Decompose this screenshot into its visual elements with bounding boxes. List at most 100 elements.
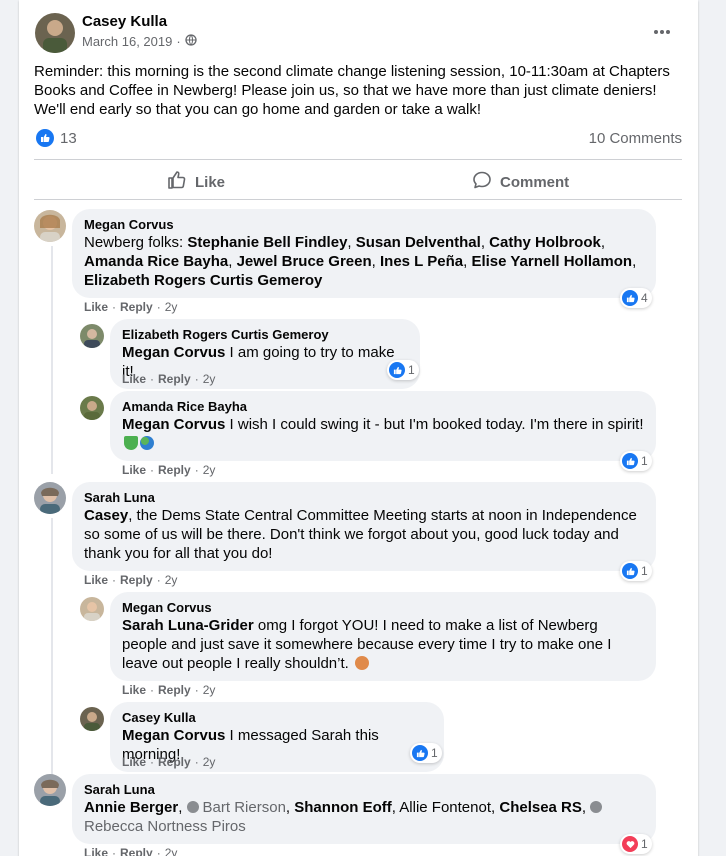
tag-link[interactable]: Megan Corvus bbox=[122, 344, 225, 361]
reply-link[interactable]: Reply bbox=[158, 683, 191, 697]
thumbs-up-icon bbox=[622, 290, 638, 306]
tag-link[interactable]: Chelsea RS bbox=[499, 799, 582, 816]
commenter-avatar[interactable] bbox=[80, 324, 104, 348]
comment-reactions[interactable]: 1 bbox=[410, 743, 442, 763]
comment-age[interactable]: 2y bbox=[203, 372, 216, 386]
comment-age[interactable]: 2y bbox=[203, 463, 216, 477]
tag-link[interactable]: Susan Delventhal bbox=[356, 234, 481, 251]
comment-reactions[interactable]: 1 bbox=[620, 561, 652, 581]
comment-text: Annie Berger, Bart Rierson, Shannon Eoff… bbox=[84, 798, 644, 836]
comment-age[interactable]: 2y bbox=[165, 573, 178, 587]
plain-name[interactable]: Allie Fontenot bbox=[399, 799, 491, 816]
deactivated-user-icon bbox=[590, 801, 603, 813]
tag-link[interactable]: Bart Rierson bbox=[186, 799, 286, 816]
commenter-avatar[interactable] bbox=[34, 774, 66, 806]
reply-link[interactable]: Reply bbox=[158, 463, 191, 477]
facepalm-emoji-icon bbox=[355, 656, 369, 670]
tag-link[interactable]: Megan Corvus bbox=[122, 416, 225, 433]
comment-bubble: Sarah Luna Annie Berger, Bart Rierson, S… bbox=[72, 774, 656, 844]
author-avatar[interactable] bbox=[35, 13, 75, 53]
tag-link[interactable]: Casey bbox=[84, 507, 128, 524]
tag-link[interactable]: Jewel Bruce Green bbox=[237, 253, 372, 270]
comment-reactions[interactable]: 1 bbox=[620, 834, 652, 854]
comment-age[interactable]: 2y bbox=[203, 755, 216, 769]
post-date[interactable]: March 16, 2019 bbox=[82, 34, 172, 49]
earth-emoji-icon bbox=[140, 436, 154, 450]
like-link[interactable]: Like bbox=[84, 573, 108, 587]
like-link[interactable]: Like bbox=[122, 755, 146, 769]
reply-link[interactable]: Reply bbox=[158, 755, 191, 769]
comment-button-label: Comment bbox=[500, 173, 570, 191]
comment-reactions[interactable]: 4 bbox=[620, 288, 652, 308]
thread-line bbox=[51, 246, 53, 474]
reply-link[interactable]: Reply bbox=[120, 846, 153, 856]
deactivated-user-icon bbox=[186, 801, 199, 813]
tag-link[interactable]: Megan Corvus bbox=[122, 727, 225, 744]
like-link[interactable]: Like bbox=[122, 372, 146, 386]
tag-link[interactable]: Shannon Eoff bbox=[294, 799, 392, 816]
reply-link[interactable]: Reply bbox=[158, 372, 191, 386]
commenter-name[interactable]: Megan Corvus bbox=[84, 217, 644, 233]
commenter-avatar[interactable] bbox=[34, 482, 66, 514]
comment-reactions[interactable]: 1 bbox=[387, 360, 419, 380]
commenter-name[interactable]: Casey Kulla bbox=[122, 710, 432, 726]
commenter-name[interactable]: Megan Corvus bbox=[122, 600, 644, 616]
thumbs-up-icon bbox=[389, 362, 405, 378]
comment-text: Sarah Luna-Grider omg I forgot YOU! I ne… bbox=[122, 617, 612, 672]
comment-actions: Like · Reply · 2y bbox=[84, 846, 177, 856]
comment-button[interactable]: Comment bbox=[472, 170, 569, 194]
comment-age[interactable]: 2y bbox=[165, 300, 178, 314]
comment-actions: Like · Reply · 2y bbox=[122, 463, 216, 477]
thread-line bbox=[51, 518, 53, 776]
globe-icon bbox=[185, 34, 197, 49]
post-meta: March 16, 2019 · bbox=[82, 34, 197, 49]
commenter-avatar[interactable] bbox=[34, 210, 66, 242]
comment-bubble: Megan Corvus Newberg folks: Stephanie Be… bbox=[72, 209, 656, 298]
comment-actions: Like · Reply · 2y bbox=[122, 372, 216, 386]
tag-link[interactable]: Annie Berger bbox=[84, 799, 178, 816]
comment-bubble: Megan Corvus Sarah Luna-Grider omg I for… bbox=[110, 592, 656, 681]
comment-age[interactable]: 2y bbox=[165, 846, 178, 856]
comments-count[interactable]: 10 Comments bbox=[589, 130, 682, 147]
like-link[interactable]: Like bbox=[122, 683, 146, 697]
tag-link[interactable]: Elizabeth Rogers Curtis Gemeroy bbox=[84, 272, 322, 289]
thumbs-up-icon bbox=[412, 745, 428, 761]
tag-link[interactable]: Sarah Luna-Grider bbox=[122, 617, 254, 634]
reply-link[interactable]: Reply bbox=[120, 300, 153, 314]
like-link[interactable]: Like bbox=[122, 463, 146, 477]
comment-actions: Like · Reply · 2y bbox=[122, 683, 216, 697]
thumbs-up-icon bbox=[622, 563, 638, 579]
commenter-avatar[interactable] bbox=[80, 707, 104, 731]
commenter-name[interactable]: Elizabeth Rogers Curtis Gemeroy bbox=[122, 327, 408, 343]
more-options-icon[interactable] bbox=[652, 22, 672, 47]
commenter-avatar[interactable] bbox=[80, 597, 104, 621]
like-button-label: Like bbox=[195, 173, 226, 191]
divider bbox=[34, 159, 682, 160]
tag-link[interactable]: Stephanie Bell Findley bbox=[187, 234, 347, 251]
tag-link[interactable]: Amanda Rice Bayha bbox=[84, 253, 228, 270]
thumbs-up-icon bbox=[36, 129, 54, 147]
commenter-avatar[interactable] bbox=[80, 396, 104, 420]
like-button[interactable]: Like bbox=[167, 170, 225, 194]
like-link[interactable]: Like bbox=[84, 846, 108, 856]
commenter-name[interactable]: Amanda Rice Bayha bbox=[122, 399, 644, 415]
like-link[interactable]: Like bbox=[84, 300, 108, 314]
tag-link[interactable]: Ines L Peña bbox=[380, 253, 463, 270]
tag-link[interactable]: Cathy Holbrook bbox=[489, 234, 601, 251]
post-text: Reminder: this morning is the second cli… bbox=[34, 63, 670, 118]
reaction-summary[interactable]: 13 bbox=[36, 129, 77, 147]
comment-actions: Like · Reply · 2y bbox=[84, 300, 178, 314]
comment-actions: Like · Reply · 2y bbox=[122, 755, 216, 769]
comment-text: Newberg folks: Stephanie Bell Findley, S… bbox=[84, 234, 637, 289]
comment-bubble: Sarah Luna Casey, the Dems State Central… bbox=[72, 482, 656, 571]
comment-text: Megan Corvus I wish I could swing it - b… bbox=[122, 415, 644, 453]
tag-link[interactable]: Elise Yarnell Hollamon bbox=[471, 253, 632, 270]
comment-bubble: Amanda Rice Bayha Megan Corvus I wish I … bbox=[110, 391, 656, 461]
comment-age[interactable]: 2y bbox=[203, 683, 216, 697]
post-author-name[interactable]: Casey Kulla bbox=[82, 13, 167, 30]
comment-text: Casey, the Dems State Central Committee … bbox=[84, 507, 637, 562]
comment-reactions[interactable]: 1 bbox=[620, 451, 652, 471]
reply-link[interactable]: Reply bbox=[120, 573, 153, 587]
commenter-name[interactable]: Sarah Luna bbox=[84, 782, 644, 798]
commenter-name[interactable]: Sarah Luna bbox=[84, 490, 644, 506]
